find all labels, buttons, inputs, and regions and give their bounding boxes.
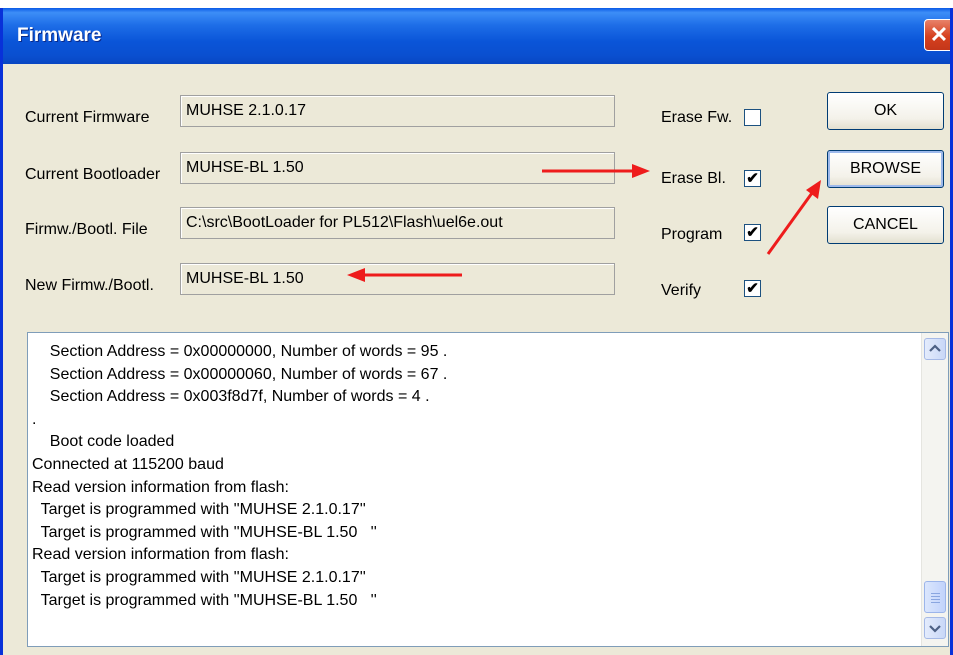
arrow-to-browse	[766, 180, 821, 255]
arrow-to-erase-bl	[542, 164, 650, 178]
annotation-arrows	[347, 164, 821, 282]
arrow-to-new-firmware	[347, 268, 462, 282]
